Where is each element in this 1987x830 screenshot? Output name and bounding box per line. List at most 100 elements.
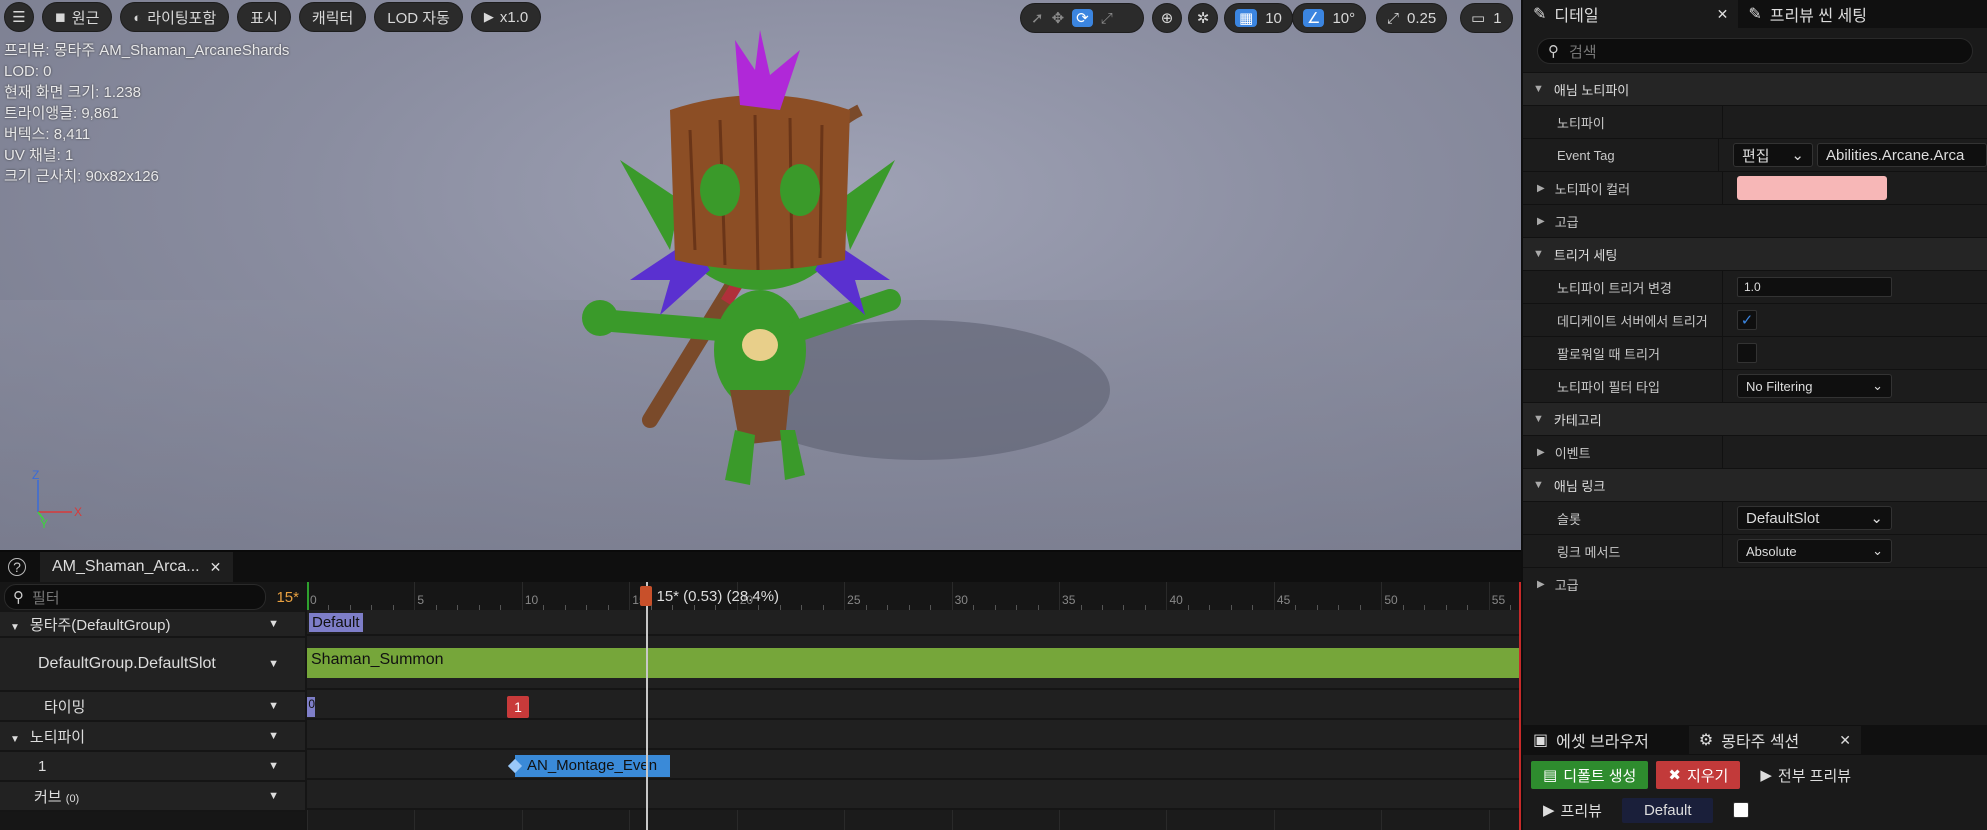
chevron-down-icon[interactable]: ▼ <box>268 760 279 772</box>
end-marker <box>1519 582 1521 830</box>
scale-snap-value: 0.25 <box>1407 9 1437 27</box>
folder-icon: ▣ <box>1533 732 1549 749</box>
close-icon[interactable]: ✕ <box>1717 6 1729 23</box>
row-dedicated-server: 데디케이트 서버에서 트리거 ✓ <box>1523 303 1987 336</box>
follower-checkbox[interactable] <box>1737 343 1757 363</box>
details-search-input[interactable]: ⚲ 검색 <box>1537 38 1973 64</box>
play-speed-button[interactable]: ▶ x1.0 <box>470 2 542 32</box>
tab-montage-asset[interactable]: AM_Shaman_Arca... ✕ <box>40 552 234 582</box>
collapse-triangle-icon: ▼ <box>10 621 20 633</box>
perspective-button[interactable]: ◼ 원근 <box>42 2 113 32</box>
rotate-icon[interactable]: ⟳ <box>1072 9 1093 27</box>
slot-dropdown[interactable]: DefaultSlot ⌄ <box>1737 506 1892 530</box>
surface-snap-button[interactable]: ✲ <box>1188 3 1218 33</box>
row-advanced-2[interactable]: ▶ 고급 <box>1523 567 1987 600</box>
section-anim-link[interactable]: ▼ 애님 링크 <box>1523 468 1987 501</box>
trigger-change-input[interactable]: 1.0 <box>1737 277 1892 297</box>
track-slot[interactable]: DefaultGroup.DefaultSlot ▼ <box>0 638 305 692</box>
chevron-down-icon[interactable]: ▼ <box>268 730 279 742</box>
camera-speed-value: 1 <box>1493 9 1502 27</box>
viewport-menu-button[interactable]: ☰ <box>4 2 34 32</box>
play-speed-label: x1.0 <box>499 8 529 26</box>
preview-viewport[interactable]: ☰ ◼ 원근 ◐ 라이팅포함 표시 캐릭터 LOD 자동 ▶ x1.0 ➚ ✥ … <box>0 0 1521 550</box>
dedicated-checkbox[interactable]: ✓ <box>1737 310 1757 330</box>
grid-snap-group[interactable]: ▦ 10 <box>1224 3 1293 33</box>
play-icon: ▶ <box>1543 802 1555 819</box>
filter-type-dropdown[interactable]: No Filtering ⌄ <box>1737 374 1892 398</box>
timing-marker-1[interactable]: 1 <box>507 696 529 718</box>
show-button[interactable]: 표시 <box>237 2 291 32</box>
default-section-marker[interactable]: Default <box>309 613 363 632</box>
filter-type-label: 노티파이 필터 타입 <box>1523 370 1723 402</box>
preview-button[interactable]: ▶ 프리뷰 <box>1531 796 1614 824</box>
tab-details[interactable]: ✎ 디테일 ✕ <box>1523 0 1739 28</box>
chevron-down-icon[interactable]: ▼ <box>268 790 279 802</box>
event-tag-edit-dropdown[interactable]: 편집 ⌄ <box>1733 143 1813 167</box>
link-method-dropdown[interactable]: Absolute ⌄ <box>1737 539 1892 563</box>
timeline-ruler[interactable]: 0 5 10 15 20 25 30 35 40 45 50 55 <box>307 582 1521 610</box>
stat-preview: 프리뷰: 몽타주 AM_Shaman_ArcaneShards <box>4 42 290 59</box>
chevron-down-icon[interactable]: ▼ <box>268 658 279 670</box>
event-label-cell[interactable]: ▶ 이벤트 <box>1523 436 1723 468</box>
tab-preview-scene-settings[interactable]: ✎ 프리뷰 씬 세팅 <box>1738 0 1877 28</box>
anim-segment-shaman-summon[interactable]: Shaman_Summon <box>307 648 1521 678</box>
section-trigger-settings[interactable]: ▼ 트리거 세팅 <box>1523 237 1987 270</box>
track-curves[interactable]: 커브 (0) ▼ <box>0 782 305 812</box>
camera-speed-group[interactable]: ▭ 1 <box>1460 3 1513 33</box>
angle-icon: ∠ <box>1303 9 1325 27</box>
preview-all-button[interactable]: ▶ 전부 프리뷰 <box>1748 761 1863 789</box>
track-timing[interactable]: 타이밍 ▼ <box>0 692 305 722</box>
select-icon[interactable]: ➚ <box>1031 9 1044 27</box>
ruler-tick-label: 25 <box>847 593 861 607</box>
details-tabbar: ✎ 디테일 ✕ ✎ 프리뷰 씬 세팅 <box>1523 0 1987 28</box>
scale-snap-group[interactable]: ⤢ 0.25 <box>1376 3 1448 33</box>
character-button[interactable]: 캐릭터 <box>298 2 367 32</box>
shaman-character-model[interactable] <box>560 30 1120 500</box>
gear-icon: ⚙ <box>1698 732 1714 749</box>
create-default-button[interactable]: ▤ 디폴트 생성 <box>1531 761 1649 789</box>
timeline-filter-input[interactable]: ⚲ 필터 <box>4 584 267 610</box>
search-icon: ⚲ <box>13 589 24 606</box>
default-section-chip[interactable]: Default <box>1621 797 1714 823</box>
collapse-triangle-icon: ▼ <box>10 733 20 745</box>
ruler-tick-label: 45 <box>1276 593 1291 607</box>
axis-z-label: Z <box>32 470 39 482</box>
close-icon[interactable]: ✕ <box>210 559 222 576</box>
close-icon[interactable]: ✕ <box>1839 732 1851 749</box>
track-notifies[interactable]: ▼ 노티파이 ▼ <box>0 722 305 752</box>
scale-icon[interactable]: ⤢ <box>1101 10 1113 27</box>
move-icon[interactable]: ✥ <box>1052 9 1065 27</box>
timing-marker-start[interactable]: 0 <box>307 697 315 717</box>
rotation-snap-group[interactable]: ∠ 10° <box>1292 3 1367 33</box>
stat-vertices: 버텍스: 8,411 <box>4 126 91 143</box>
coordinate-system-button[interactable]: ⊕ <box>1152 3 1182 33</box>
lod-button[interactable]: LOD 자동 <box>374 2 463 32</box>
notify-color-label-cell[interactable]: ▶ 노티파이 컬러 <box>1523 172 1723 204</box>
lighting-mode-button[interactable]: ◐ 라이팅포함 <box>120 2 230 32</box>
montage-sections-tabbar: ▣ 에셋 브라우저 ⚙ 몽타주 섹션 ✕ <box>1523 725 1987 755</box>
timing-track-label: 타이밍 <box>44 698 86 716</box>
playhead-handle[interactable] <box>640 586 653 606</box>
event-tag-value[interactable]: Abilities.Arcane.Arca <box>1817 143 1987 167</box>
dedicated-label: 데디케이트 서버에서 트리거 <box>1523 304 1723 336</box>
track-notify-1[interactable]: 1 ▼ <box>0 752 305 782</box>
notify-name: AN_Montage_Even <box>527 757 658 774</box>
chevron-down-icon[interactable]: ▼ <box>268 700 279 712</box>
notify-color-swatch[interactable] <box>1737 176 1887 200</box>
chevron-down-icon[interactable]: ▼ <box>268 618 279 630</box>
pencil-icon: ✎ <box>1748 6 1762 23</box>
section-anim-notify[interactable]: ▼ 애님 노티파이 <box>1523 72 1987 105</box>
section-checkbox[interactable] <box>1733 802 1750 818</box>
row-advanced[interactable]: ▶ 고급 <box>1523 204 1987 237</box>
playhead[interactable] <box>646 582 649 830</box>
help-icon[interactable]: ? <box>8 558 26 576</box>
stat-screen-size: 현재 화면 크기: 1.238 <box>4 84 142 101</box>
clear-button[interactable]: ✖ 지우기 <box>1656 761 1741 789</box>
section-trigger-settings-label: 트리거 세팅 <box>1553 247 1618 263</box>
filter-placeholder: 필터 <box>32 589 60 607</box>
timeline-tracks-area[interactable]: 0 5 10 15 20 25 30 35 40 45 50 55 Default Shaman_Su… <box>307 582 1521 830</box>
section-category[interactable]: ▼ 카테고리 <box>1523 402 1987 435</box>
tab-asset-browser[interactable]: ▣ 에셋 브라우저 <box>1523 726 1659 754</box>
track-montage-group[interactable]: ▼ 몽타주(DefaultGroup) ▼ <box>0 612 305 638</box>
tab-montage-sections[interactable]: ⚙ 몽타주 섹션 ✕ <box>1688 726 1862 754</box>
